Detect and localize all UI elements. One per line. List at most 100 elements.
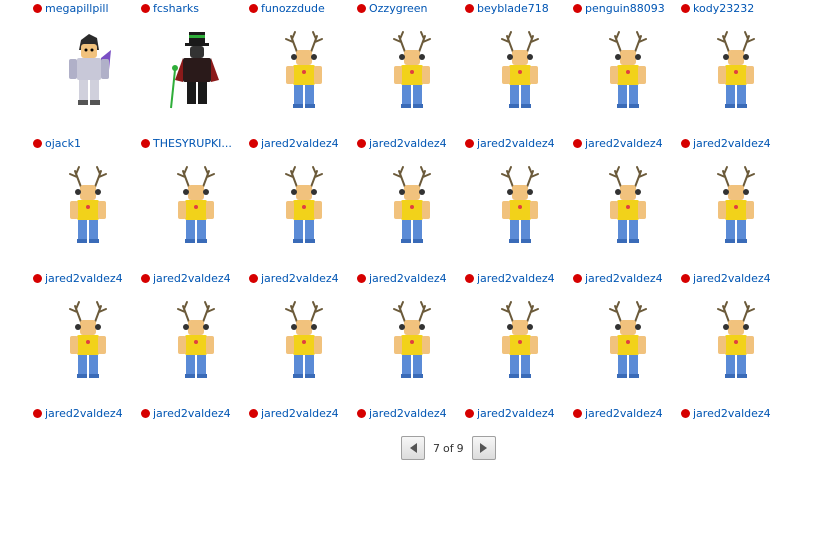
friend-card: jared2valdez4 (573, 301, 681, 540)
online-status-icon (249, 408, 258, 418)
friend-name-text: penguin88093 (585, 1, 665, 15)
prev-page-button[interactable] (401, 436, 425, 460)
online-status-icon (141, 3, 150, 13)
avatar-top-hat-icon[interactable] (161, 30, 231, 110)
friend-card: jared2valdez4 (249, 301, 357, 540)
avatar-antlers-icon[interactable] (485, 300, 555, 380)
avatar-antlers-icon[interactable] (269, 165, 339, 245)
friend-name-link[interactable]: jared2valdez4 (357, 135, 463, 151)
online-status-icon (681, 3, 690, 13)
online-status-icon (573, 138, 582, 148)
online-status-icon (465, 138, 474, 148)
online-status-icon (33, 138, 42, 148)
friend-name-link[interactable]: jared2valdez4 (573, 135, 679, 151)
avatar-antlers-icon[interactable] (161, 300, 231, 380)
friend-name-link[interactable]: Ozzygreen (357, 0, 463, 16)
online-status-icon (681, 273, 690, 283)
avatar-antlers-icon[interactable] (377, 165, 447, 245)
friend-name-link[interactable]: jared2valdez4 (249, 405, 355, 421)
friend-name-text: jared2valdez4 (369, 406, 447, 420)
online-status-icon (465, 3, 474, 13)
friend-name-text: kody23232 (693, 1, 755, 15)
online-status-icon (33, 408, 42, 418)
friend-name-text: jared2valdez4 (261, 406, 339, 420)
friend-name-link[interactable]: penguin88093 (573, 0, 679, 16)
friend-name-link[interactable]: beyblade718 (465, 0, 571, 16)
friend-name-text: jared2valdez4 (477, 136, 555, 150)
page-of: of (443, 441, 454, 455)
friend-name-link[interactable]: jared2valdez4 (681, 135, 787, 151)
avatar-antlers-icon[interactable] (53, 300, 123, 380)
friend-card: jared2valdez4 (465, 301, 573, 540)
friend-name-link[interactable]: THESYRUPKI... (141, 135, 247, 151)
avatar-antlers-icon[interactable] (269, 30, 339, 110)
friend-name-link[interactable]: funozzdude (249, 0, 355, 16)
avatar-antlers-icon[interactable] (593, 165, 663, 245)
friend-name-text: jared2valdez4 (477, 406, 555, 420)
friend-name-text: jared2valdez4 (585, 406, 663, 420)
avatar-purple-armor-icon[interactable] (53, 30, 123, 110)
friend-name-link[interactable]: jared2valdez4 (141, 405, 247, 421)
avatar-antlers-icon[interactable] (485, 30, 555, 110)
online-status-icon (357, 3, 366, 13)
friend-name-text: jared2valdez4 (585, 136, 663, 150)
friend-name-link[interactable]: jared2valdez4 (465, 405, 571, 421)
online-status-icon (357, 273, 366, 283)
friend-name-link[interactable]: jared2valdez4 (33, 270, 139, 286)
friend-name-text: jared2valdez4 (585, 271, 663, 285)
online-status-icon (681, 138, 690, 148)
friend-name-text: funozzdude (261, 1, 325, 15)
friend-name-text: fcsharks (153, 1, 199, 15)
friend-name-text: jared2valdez4 (369, 271, 447, 285)
friend-name-text: jared2valdez4 (45, 271, 123, 285)
online-status-icon (33, 273, 42, 283)
online-status-icon (249, 3, 258, 13)
friend-name-link[interactable]: fcsharks (141, 0, 247, 16)
page-info: 7 of 9 (425, 442, 472, 455)
avatar-antlers-icon[interactable] (53, 165, 123, 245)
friend-name-link[interactable]: jared2valdez4 (33, 405, 139, 421)
friend-name-link[interactable]: kody23232 (681, 0, 787, 16)
arrow-right-icon (480, 443, 488, 453)
avatar-antlers-icon[interactable] (701, 300, 771, 380)
avatar-antlers-icon[interactable] (593, 30, 663, 110)
friend-name-text: jared2valdez4 (693, 271, 771, 285)
friend-name-link[interactable]: jared2valdez4 (681, 405, 787, 421)
friend-card: jared2valdez4 (33, 301, 141, 540)
friend-name-text: jared2valdez4 (261, 136, 339, 150)
friend-name-link[interactable]: jared2valdez4 (573, 270, 679, 286)
friend-name-link[interactable]: jared2valdez4 (357, 405, 463, 421)
avatar-antlers-icon[interactable] (701, 30, 771, 110)
page-total: 9 (456, 441, 464, 455)
friend-card: jared2valdez4 (141, 301, 249, 540)
friend-name-text: megapillpill (45, 1, 109, 15)
avatar-antlers-icon[interactable] (377, 30, 447, 110)
friend-name-text: jared2valdez4 (45, 406, 123, 420)
avatar-antlers-icon[interactable] (593, 300, 663, 380)
avatar-antlers-icon[interactable] (269, 300, 339, 380)
avatar-antlers-icon[interactable] (701, 165, 771, 245)
friend-name-link[interactable]: jared2valdez4 (465, 135, 571, 151)
friend-name-link[interactable]: jared2valdez4 (681, 270, 787, 286)
friend-name-link[interactable]: jared2valdez4 (573, 405, 679, 421)
next-page-button[interactable] (471, 436, 496, 460)
online-status-icon (249, 273, 258, 283)
avatar-antlers-icon[interactable] (161, 165, 231, 245)
avatar-antlers-icon[interactable] (485, 165, 555, 245)
friend-card: jared2valdez4 (681, 301, 789, 540)
friend-name-text: THESYRUPKI... (153, 136, 232, 150)
friend-card: jared2valdez4 (357, 301, 465, 540)
friend-name-link[interactable]: jared2valdez4 (249, 135, 355, 151)
online-status-icon (465, 273, 474, 283)
friend-name-link[interactable]: jared2valdez4 (465, 270, 571, 286)
friend-name-link[interactable]: jared2valdez4 (357, 270, 463, 286)
avatar-antlers-icon[interactable] (377, 300, 447, 380)
friend-name-link[interactable]: megapillpill (33, 0, 139, 16)
friend-name-link[interactable]: ojack1 (33, 135, 139, 151)
friend-name-link[interactable]: jared2valdez4 (249, 270, 355, 286)
online-status-icon (357, 408, 366, 418)
friend-name-link[interactable]: jared2valdez4 (141, 270, 247, 286)
pager: 7 of 9 (401, 436, 496, 460)
online-status-icon (141, 273, 150, 283)
online-status-icon (573, 273, 582, 283)
